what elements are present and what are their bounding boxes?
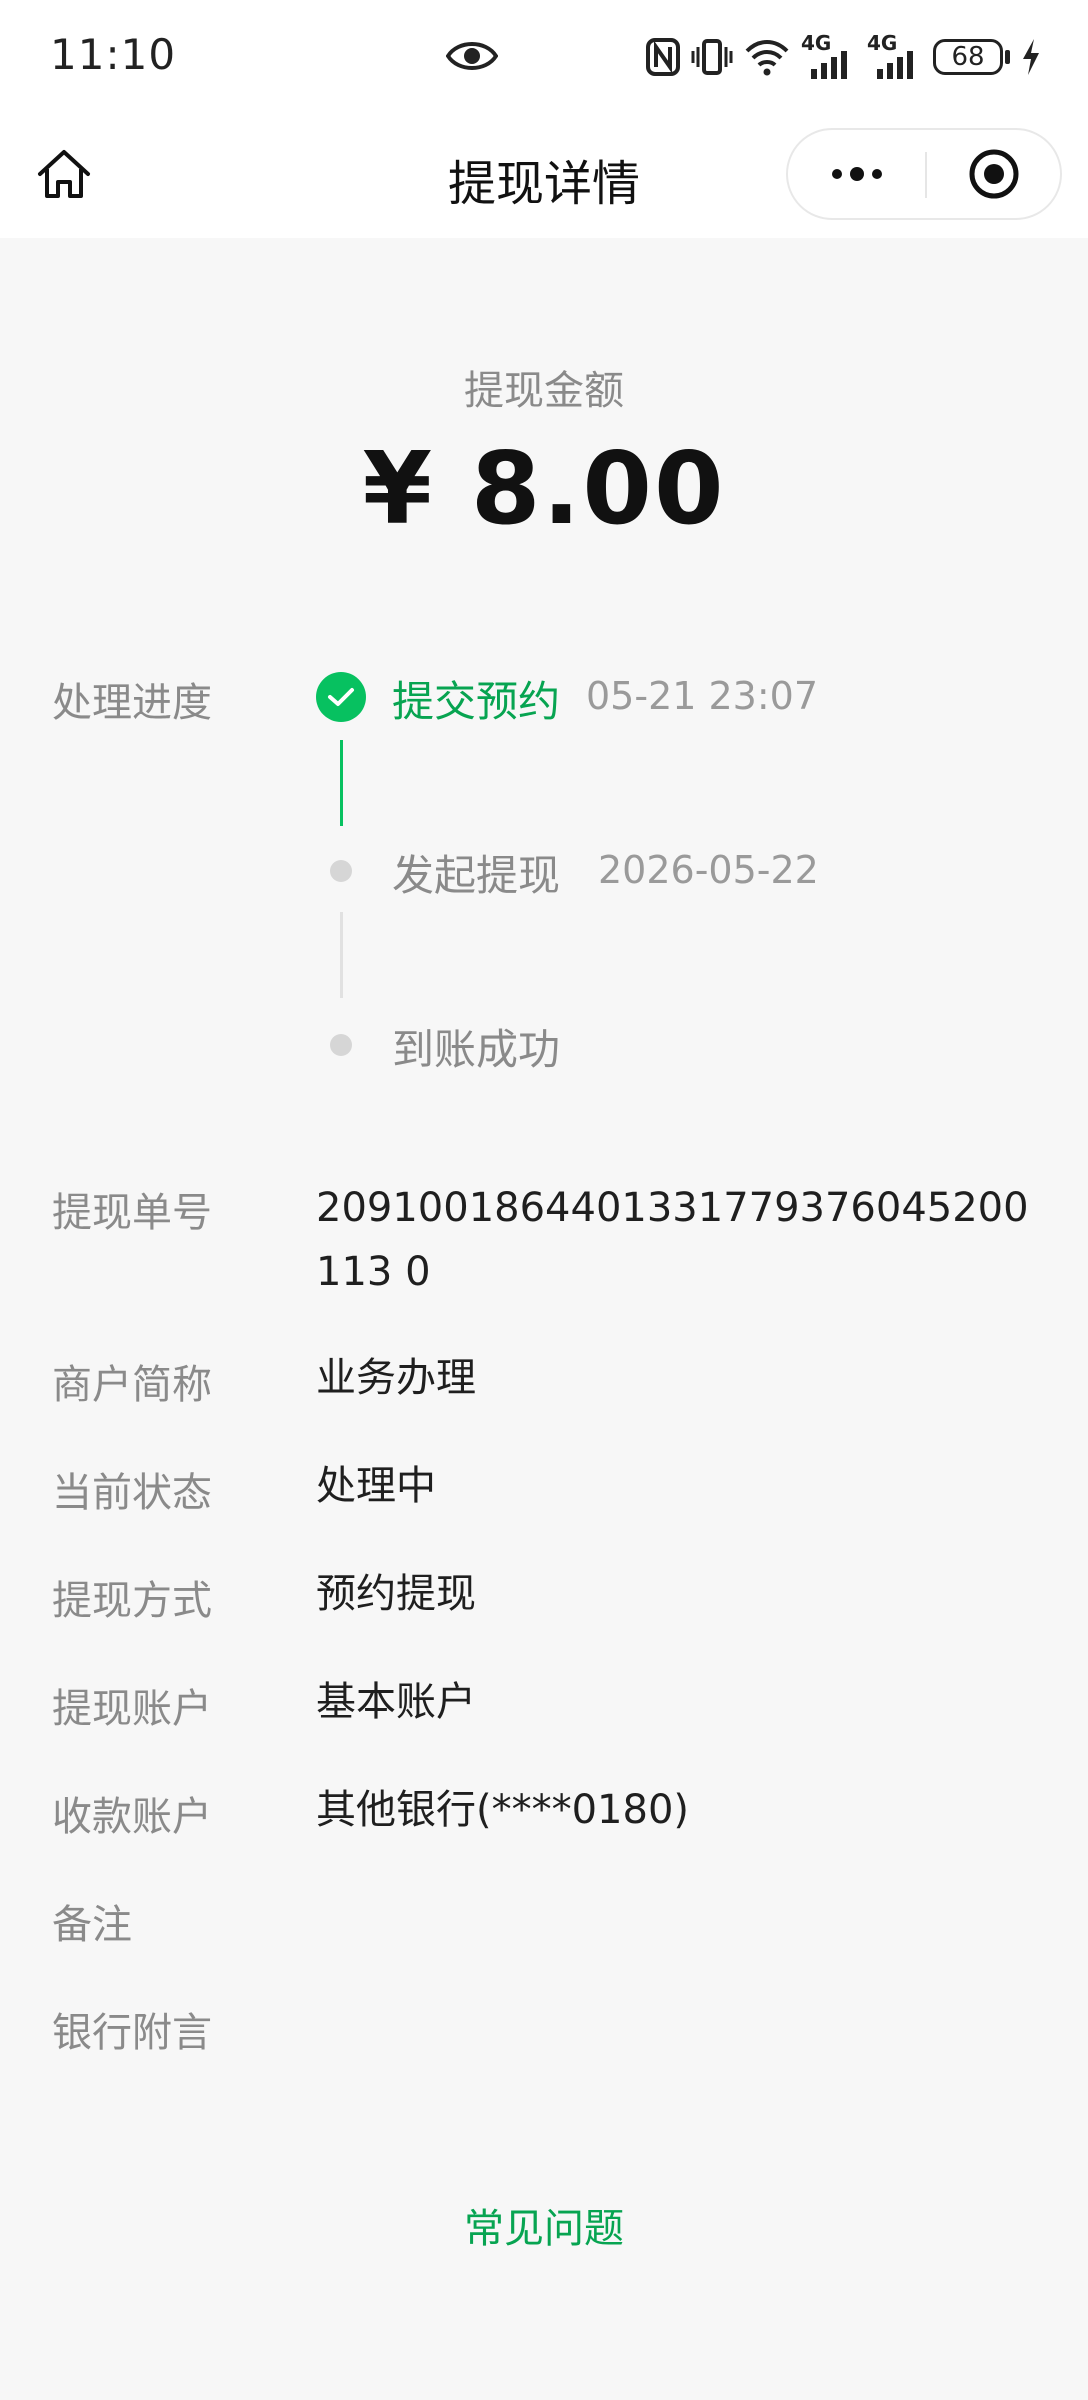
step-name: 到账成功: [392, 1025, 561, 1074]
amount-label: 提现金额: [464, 368, 624, 414]
step-connector: [340, 740, 343, 826]
detail-label-status: 当前状态: [52, 1470, 212, 1516]
battery-level: 68: [951, 42, 985, 72]
nfc-icon: [646, 38, 680, 76]
detail-value-merchant: 业务办理: [316, 1355, 476, 1401]
more-icon: [832, 167, 882, 181]
close-miniprogram-icon: [969, 149, 1019, 199]
charging-icon: [1023, 39, 1039, 75]
detail-label-account: 提现账户: [52, 1686, 212, 1732]
battery-icon: 68: [933, 39, 1003, 75]
detail-label-remark: 备注: [52, 1902, 132, 1948]
step-connector: [340, 912, 343, 998]
miniprogram-capsule: [786, 128, 1062, 220]
signal-icon: 4G: [867, 31, 923, 79]
faq-link[interactable]: 常见问题: [0, 2196, 1088, 2254]
step-name: 提交预约: [392, 677, 561, 726]
status-icons: 4G 4G 68: [645, 30, 1042, 84]
detail-label-merchant: 商户简称: [52, 1362, 212, 1408]
detail-label-order-no: 提现单号: [52, 1190, 212, 1236]
status-bar: 11:10 4G 4G 68: [0, 0, 1088, 114]
wifi-icon: [745, 40, 789, 76]
detail-label-bank-note: 银行附言: [52, 2010, 212, 2056]
detail-label-method: 提现方式: [52, 1578, 212, 1624]
eye-icon: [446, 42, 498, 70]
signal-icon: 4G: [801, 31, 857, 79]
detail-value-order-no: 2091001864401331779376045200113 0: [316, 1185, 1029, 1295]
close-miniprogram-button[interactable]: [928, 130, 1060, 218]
step-pending-indicator: [330, 860, 352, 882]
detail-value-account: 基本账户: [316, 1679, 476, 1725]
detail-value-status: 处理中: [316, 1463, 436, 1509]
detail-value-method: 预约提现: [316, 1571, 476, 1617]
step-time: 05-21 23:07: [586, 674, 819, 718]
check-icon: [328, 688, 354, 706]
home-icon[interactable]: [34, 144, 94, 204]
vibrate-icon: [691, 39, 733, 75]
battery-cap: [1005, 50, 1010, 64]
more-button[interactable]: [788, 130, 926, 218]
amount-value: ¥ 8.00: [362, 430, 726, 547]
capsule-divider: [925, 152, 927, 198]
nav-bar: 提现详情: [0, 114, 1088, 238]
step-pending-indicator: [330, 1034, 352, 1056]
detail-label-payee-account: 收款账户: [52, 1794, 212, 1840]
progress-label: 处理进度: [52, 680, 212, 726]
step-name: 发起提现: [392, 851, 561, 900]
status-time: 11:10: [50, 30, 177, 79]
detail-value-payee-account: 其他银行(****0180): [316, 1787, 690, 1833]
step-done-indicator: [316, 672, 366, 722]
step-time: 2026-05-22: [598, 848, 819, 892]
